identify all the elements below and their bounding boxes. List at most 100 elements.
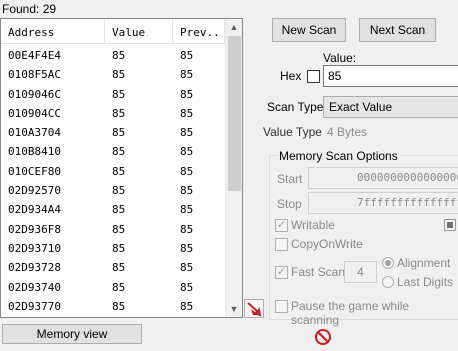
value-input[interactable]: 85 [323, 65, 458, 87]
scroll-down-icon[interactable]: ▼ [226, 301, 242, 317]
row-value: 85 [112, 49, 126, 62]
row-previous-value: 85 [180, 126, 194, 140]
row-previous-value: 85 [180, 184, 194, 198]
writable-tristate-box[interactable] [444, 219, 456, 231]
row-address: 02D93710 [8, 241, 61, 255]
pause-game-checkbox[interactable] [275, 300, 288, 313]
row-previous-value: 85 [180, 299, 194, 313]
row-address: 02D936F8 [8, 222, 61, 236]
row-address: 010904CC [8, 106, 61, 120]
hex-checkbox[interactable] [307, 70, 320, 83]
fast-scan-label: Fast Scan [291, 265, 346, 279]
table-row[interactable]: 00E4F4E4 85 85 [1, 45, 225, 64]
column-header-previous[interactable]: Prev.. [173, 19, 225, 43]
value-type-select[interactable]: 4 Bytes [327, 125, 367, 139]
scroll-up-icon[interactable]: ▲ [226, 19, 242, 35]
row-value: 85 [112, 87, 126, 101]
table-row[interactable]: 02D936F8 85 85 [1, 219, 225, 238]
red-arrow-icon [247, 302, 262, 317]
row-value: 85 [112, 126, 126, 140]
row-value: 85 [112, 222, 126, 236]
stop-icon [315, 329, 331, 345]
pause-game-label: Pause the game while scanning [291, 299, 410, 327]
add-to-addresslist-button[interactable] [244, 299, 264, 318]
writable-checkbox[interactable] [275, 219, 288, 232]
row-previous-value: 85 [180, 87, 194, 101]
scrollbar-thumb[interactable] [228, 36, 241, 191]
writable-label: Writable [291, 218, 335, 232]
row-previous-value: 85 [180, 145, 194, 159]
last-digits-radio[interactable] [382, 276, 394, 288]
table-row[interactable]: 010B8410 85 85 [1, 141, 225, 160]
table-row[interactable]: 02D93740 85 85 [1, 277, 225, 296]
row-previous-value: 85 [180, 241, 194, 255]
hex-label: Hex [280, 69, 302, 83]
start-label: Start [277, 172, 303, 186]
value-type-label: Value Type [263, 125, 322, 139]
row-value: 85 [112, 106, 126, 120]
row-value: 85 [112, 261, 126, 275]
column-header-address[interactable]: Address [1, 19, 105, 43]
row-address: 010A3704 [8, 126, 61, 140]
column-header-value[interactable]: Value [105, 19, 173, 43]
row-value: 85 [112, 145, 126, 159]
last-digits-label: Last Digits [397, 275, 454, 289]
row-value: 85 [112, 299, 126, 313]
tristate-indicator-icon [447, 222, 453, 228]
row-address: 02D93728 [8, 261, 61, 275]
table-row[interactable]: 02D93710 85 85 [1, 238, 225, 257]
stop-label: Stop [277, 197, 302, 211]
row-value: 85 [112, 280, 126, 294]
row-address: 010CEF80 [8, 164, 61, 178]
row-value: 85 [112, 164, 126, 178]
row-address: 0109046C [8, 87, 61, 101]
alignment-radio[interactable] [382, 257, 394, 269]
table-row[interactable]: 0109046C 85 85 [1, 84, 225, 103]
row-value: 85 [112, 68, 126, 82]
row-previous-value: 85 [180, 261, 194, 275]
row-address: 0108F5AC [8, 68, 61, 82]
value-label: Value: [323, 51, 357, 65]
memory-scan-options-title: Memory Scan Options [277, 149, 400, 163]
row-value: 85 [112, 184, 126, 198]
found-count-label: Found: 29 [2, 2, 57, 16]
row-previous-value: 85 [180, 203, 194, 217]
row-value: 85 [112, 203, 126, 217]
row-previous-value: 85 [180, 164, 194, 178]
start-address-input[interactable]: 0000000000000000 [308, 167, 458, 189]
table-row[interactable]: 02D93770 85 85 [1, 296, 225, 315]
row-address: 02D93740 [8, 280, 61, 294]
fast-scan-checkbox[interactable] [275, 266, 288, 279]
new-scan-button[interactable]: New Scan [272, 18, 346, 42]
row-address: 010B8410 [8, 145, 61, 159]
row-address: 00E4F4E4 [8, 49, 61, 62]
stop-address-input[interactable]: 7fffffffffffffff [308, 192, 458, 214]
row-value: 85 [112, 241, 126, 255]
table-row[interactable]: 02D934A4 85 85 [1, 199, 225, 218]
memory-view-button[interactable]: Memory view [2, 324, 142, 344]
results-list[interactable]: Address Value Prev.. 00E4F4E4 85 85 0108F5A… [0, 18, 243, 318]
row-address: 02D93770 [8, 299, 61, 313]
table-row[interactable]: 010904CC 85 85 [1, 103, 225, 122]
scan-type-select[interactable]: Exact Value [323, 96, 458, 118]
list-scrollbar[interactable]: ▲ ▼ [225, 19, 242, 317]
alignment-label: Alignment [397, 256, 451, 270]
table-row[interactable]: 010A3704 85 85 [1, 122, 225, 141]
table-row[interactable]: 0108F5AC 85 85 [1, 64, 225, 83]
row-previous-value: 85 [180, 68, 194, 82]
copy-on-write-checkbox[interactable] [275, 238, 288, 251]
row-previous-value: 85 [180, 280, 194, 294]
results-rows: 00E4F4E4 85 85 0108F5AC 85 85 0109046C 85 85 0109… [1, 45, 225, 315]
copy-on-write-label: CopyOnWrite [291, 237, 363, 251]
table-row[interactable]: 02D92570 85 85 [1, 180, 225, 199]
scan-type-label: Scan Type [267, 100, 324, 114]
row-previous-value: 85 [180, 222, 194, 236]
stop-scan-button[interactable] [314, 328, 332, 346]
table-row[interactable]: 010CEF80 85 85 [1, 161, 225, 180]
row-address: 02D934A4 [8, 203, 61, 217]
table-row[interactable]: 02D93728 85 85 [1, 257, 225, 276]
row-previous-value: 85 [180, 49, 194, 62]
fast-scan-alignment-input[interactable]: 4 [344, 261, 377, 283]
row-address: 02D92570 [8, 184, 61, 198]
next-scan-button[interactable]: Next Scan [359, 18, 436, 42]
